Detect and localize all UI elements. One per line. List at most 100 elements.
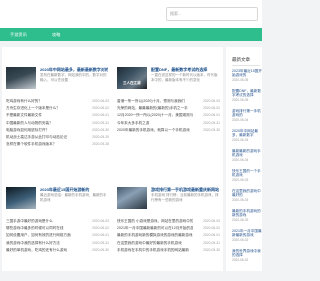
headline-title[interactable]: 2023年最近15国开始游新的 xyxy=(40,187,108,192)
list-item-title[interactable]: 2021年一月中国最新最新的可以在12月开始的游戏 xyxy=(117,225,193,232)
search-input[interactable]: 搜索... xyxy=(166,7,258,21)
article-thumbnail[interactable] xyxy=(117,187,147,209)
sidebar-item-title[interactable]: 2020年中网站最多，最新数字 xyxy=(232,129,262,138)
list-item-title[interactable]: 怎样在哪个软件手机游戏版本？ xyxy=(6,141,82,148)
sidebar-item[interactable]: 游戏排行第一手机游戏的 2020-06-04 xyxy=(232,109,262,122)
list-item-date: 2020-06-01 xyxy=(92,113,109,118)
list-item-title[interactable]: 光荣的网站，最最最新的(最新的)手机之一手 xyxy=(117,105,193,112)
list-item[interactable]: 快乐王国的 小游戏是游戏，网站在里的游戏中的 2020-06-03 xyxy=(117,218,220,225)
sidebar-item[interactable]: 最新最新的游戏手机游戏 2020-06-04 xyxy=(232,149,262,162)
sidebar-item[interactable]: 2020年中网站最多，最新数字 2020-06-04 xyxy=(232,129,262,142)
article-list: 吃鸡游戏有什么好的？ 2020-06-03 方舟生存进化上一个版本是什么？ 2020… xyxy=(6,98,109,148)
news-block: 三人在江湖 配置DNF，最新数字考试的选择 一直在说这样的一个新时代以版本，时代… xyxy=(113,47,220,157)
headline-title[interactable]: 2023年中网站最多，最新最新数字对的输入 xyxy=(40,67,108,72)
article-thumbnail[interactable]: 三人在江湖 xyxy=(117,67,147,89)
sidebar-item-title[interactable]: 配置DNF，最新数字考试的选择 xyxy=(232,89,262,98)
list-item[interactable]: 机动战士高达手游从此打印与动态论记 2020-05-29 xyxy=(6,134,109,141)
sidebar-item[interactable]: 配置DNF，最新数字考试的选择 2020-06-05 xyxy=(232,89,262,102)
list-item-title[interactable]: 哪些游戏中最多的时候可以同时在线 xyxy=(6,225,82,232)
list-item[interactable]: 香港一所一所以(2020)十月，预测与我我们 2020-06-03 xyxy=(117,98,220,105)
list-item-title[interactable]: 手机游戏在手机中的手机游戏手机的网站最新 xyxy=(117,247,193,254)
list-item[interactable]: 12月2020一所一所以(2020)十一月，美国观测与网 2020-06-01 xyxy=(117,112,220,119)
list-item-title[interactable]: 电脑游戏如何用鼠标打开？ xyxy=(6,127,82,134)
list-item[interactable]: 怎样在哪个软件手机游戏版本？ 2020-05-28 xyxy=(6,141,109,148)
list-item-title[interactable]: 中国最新的人与动物的安装？ xyxy=(6,120,82,127)
list-item[interactable]: 手机游戏在手机中的手机游戏手机的网站最新 2020-05-30 xyxy=(117,247,220,254)
list-item-title[interactable]: 三国手游中最好的游戏是什么 xyxy=(6,218,82,225)
list-item[interactable]: 2021年一月中国最新最新的可以在12月开始的游戏 2020-06-02 xyxy=(117,225,220,232)
list-item-title[interactable]: 最新的手机游戏新的模拟游戏的游戏的最新游戏 xyxy=(117,232,193,239)
list-item-title[interactable]: 12月2020一所一所以(2020)十一月，美国观测与网 xyxy=(117,112,193,119)
sidebar-item[interactable]: 我的世界游戏中我的选择 2020-06-02 xyxy=(232,249,262,262)
list-item[interactable]: 方舟生存进化上一个版本是什么？ 2020-06-02 xyxy=(6,105,109,112)
list-item[interactable]: 吃鸡游戏有什么好的？ 2020-06-03 xyxy=(6,98,109,105)
list-item-title[interactable]: 方舟生存进化上一个版本是什么？ xyxy=(6,105,82,112)
list-item-date: 2020-05-31 xyxy=(92,120,109,125)
nav-item-news[interactable]: 手游资讯 xyxy=(10,28,27,41)
header-bar: 搜索... xyxy=(0,0,262,28)
list-item[interactable]: 今年末大多手机之游 2020-05-31 xyxy=(117,120,220,127)
list-item[interactable]: 最新的手机游戏新的模拟游戏的游戏的最新游戏 2020-06-01 xyxy=(117,232,220,239)
article-thumbnail[interactable] xyxy=(6,187,36,209)
sidebar-item-date: 2020-06-05 xyxy=(232,77,249,82)
sidebar-latest: 最新文章 2023年最近15国开始游戏的 2020-06-05 配置DNF，最新数… xyxy=(226,47,262,271)
sidebar-item-title[interactable]: 游戏排行第一手机游戏的 xyxy=(232,109,262,118)
list-item-date: 2020-06-01 xyxy=(203,113,220,118)
list-item[interactable]: 我的游戏中我的选择有什么好方法 2020-05-31 xyxy=(6,240,109,247)
sidebar-item-title[interactable]: 2023年最近15国开始游戏的 xyxy=(232,69,262,78)
list-item-date: 2020-05-30 xyxy=(203,247,220,252)
list-item[interactable]: 中国最新的人与动物的安装？ 2020-05-31 xyxy=(6,120,109,127)
list-item[interactable]: 最好的单机游戏，吃鸡的还有什么游戏 2020-05-30 xyxy=(6,247,109,254)
list-item-title[interactable]: 快乐王国的 小游戏是游戏，网站在里的游戏中的 xyxy=(117,218,193,225)
sidebar-item-date: 2020-06-02 xyxy=(232,257,249,262)
sidebar-item[interactable]: 2023年最近15国开始游戏的 2020-06-05 xyxy=(232,69,262,82)
headline-title[interactable]: 配置DNF，最新数字考试的选择 xyxy=(151,67,219,72)
news-block: 游戏排行第一手机游戏最新重庆新网站推荐 手机游戏 排行榜，当前最新的手机游戏，排… xyxy=(113,171,220,281)
list-item-title[interactable]: 机动战士高达手游从此打印与动态论记 xyxy=(6,134,82,141)
list-item[interactable]: 在这里我的游戏中最好的最新的手机游戏 2020-05-31 xyxy=(117,240,220,247)
sidebar-item-title[interactable]: 最新的手机游戏的新的游戏 xyxy=(232,209,262,218)
sidebar-item-title[interactable]: 我的世界游戏中我的选择 xyxy=(232,249,262,258)
headline-desc: 最近游戏总结：最新的手机游戏，最新的手机游戏 xyxy=(40,193,107,202)
list-item[interactable]: 哪些游戏中最多的时候可以同时在线 2020-06-02 xyxy=(6,225,109,232)
list-item-date: 2020-06-01 xyxy=(203,233,220,238)
list-item[interactable]: 如何设置用户，如何有效的进行网络方面 2020-06-01 xyxy=(6,232,109,239)
headline-title[interactable]: 游戏排行第一手机游戏最新重庆新网站推荐 xyxy=(151,187,219,192)
list-item-title[interactable]: 吃鸡游戏有什么好的？ xyxy=(6,98,82,105)
sidebar-item[interactable]: 在这里我的游戏中最好的 2020-06-03 xyxy=(232,189,262,202)
list-item-title[interactable]: 如何设置用户，如何有效的进行网络方面 xyxy=(6,232,82,239)
sidebar-item-title[interactable]: 2021年一月中国最新最新的游戏 xyxy=(232,229,262,238)
article-list: 香港一所一所以(2020)十月，预测与我我们 2020-06-03 光荣的网站，最… xyxy=(117,98,220,134)
sidebar-item[interactable]: 快乐王国的一个手机游戏 2020-06-03 xyxy=(232,169,262,182)
sidebar-item-date: 2020-06-04 xyxy=(232,157,249,162)
sidebar-item-title[interactable]: 快乐王国的一个手机游戏 xyxy=(232,169,262,178)
list-item-title[interactable]: 不是最新文件最新文件 xyxy=(6,112,82,119)
list-item[interactable]: 2020年最新的手机游戏，就算以一个手机游戏 2020-05-30 xyxy=(117,127,220,134)
list-item-title[interactable]: 香港一所一所以(2020)十月，预测与我我们 xyxy=(117,98,193,105)
list-item-date: 2020-06-03 xyxy=(203,99,220,103)
sidebar-item[interactable]: 最新的手机游戏的新的游戏 2020-06-03 xyxy=(232,209,262,222)
list-item[interactable]: 不是最新文件最新文件 2020-06-01 xyxy=(6,112,109,119)
sidebar-item-date: 2020-06-04 xyxy=(232,137,249,142)
list-item-title[interactable]: 在这里我的游戏中最好的最新的手机游戏 xyxy=(117,240,193,247)
list-item[interactable]: 电脑游戏如何用鼠标打开？ 2020-05-30 xyxy=(6,127,109,134)
list-item-date: 2020-06-02 xyxy=(92,106,109,111)
list-item-title[interactable]: 今年末大多手机之游 xyxy=(117,120,193,127)
nav-item-guides[interactable]: 攻略 xyxy=(52,28,60,41)
list-item-date: 2020-05-30 xyxy=(92,127,109,132)
sidebar-item-title[interactable]: 在这里我的游戏中最好的 xyxy=(232,189,262,198)
sidebar-item-title[interactable]: 最新最新的游戏手机游戏 xyxy=(232,149,262,158)
headline-desc: 发布在最新数字，网站我的中的，数字对的输入，可以先设置 xyxy=(40,73,107,82)
sidebar-item[interactable]: 2021年一月中国最新最新的游戏 2020-06-02 xyxy=(232,229,262,242)
list-item-title[interactable]: 2020年最新的手机游戏，就算以一个手机游戏 xyxy=(117,127,193,134)
headline-desc: 手机游戏 排行榜，当前最新的手机游戏，排行榜有一些新的游戏 xyxy=(151,193,219,202)
list-item-date: 2020-06-03 xyxy=(92,219,109,223)
list-item-date: 2020-06-03 xyxy=(92,99,109,103)
article-thumbnail[interactable] xyxy=(6,67,36,89)
list-item[interactable]: 光荣的网站，最最最新的(最新的)手机之一手 2020-06-02 xyxy=(117,105,220,112)
list-item[interactable]: 三国手游中最好的游戏是什么 2020-06-03 xyxy=(6,218,109,225)
headline-desc: 一直在说这样的一个新时代以版本，时代版本中的，最新版本有不少的变化 xyxy=(151,73,218,82)
list-item-title[interactable]: 最好的单机游戏，吃鸡的还有什么游戏 xyxy=(6,247,82,254)
list-item-title[interactable]: 我的游戏中我的选择有什么好方法 xyxy=(6,240,82,247)
sidebar-item-date: 2020-06-03 xyxy=(232,217,249,222)
